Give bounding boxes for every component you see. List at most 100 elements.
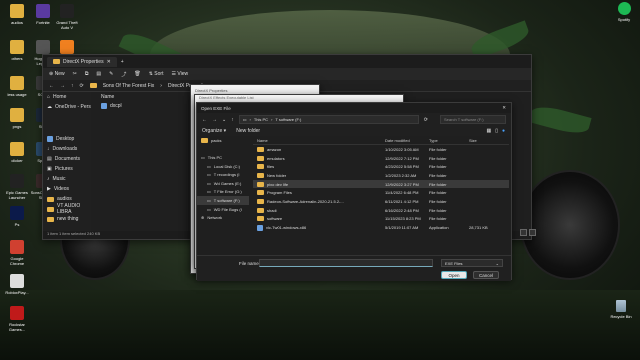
desktop-icon[interactable]: Fortnite xyxy=(30,4,56,25)
breadcrumb-item[interactable]: Sons Of The Forest Fix xyxy=(103,83,155,89)
share-icon[interactable]: ⤴ xyxy=(121,71,126,78)
desktop-icon[interactable]: Ps xyxy=(4,206,30,227)
table-row[interactable]: Radeon-Software-Adrenalin-2020-21.5.2-..… xyxy=(253,197,509,206)
sidebar-item-onedrive[interactable]: ☁ OneDrive - Pers xyxy=(43,102,91,112)
sidebar-item-documents[interactable]: ▤ Documents xyxy=(43,154,91,164)
delete-icon[interactable]: 🗑 xyxy=(134,71,140,77)
forward-icon[interactable]: → xyxy=(212,117,217,123)
desktop-icon[interactable]: audios xyxy=(4,4,30,25)
desktop-icon[interactable]: Rockstar Games... xyxy=(4,306,30,332)
sidebar-item-vt-audio[interactable]: VT AUDIO LIBRA xyxy=(43,203,91,215)
table-row[interactable]: amazon 1/10/2022 3:05 AM File folder xyxy=(253,145,509,154)
cell-type: File folder xyxy=(429,164,447,170)
tiles-view-icon[interactable] xyxy=(529,229,536,236)
table-row[interactable]: emulators 12/9/2022 7:12 PM File folder xyxy=(253,154,509,163)
table-row[interactable]: shadi 6/16/2022 2:48 PM File folder xyxy=(253,206,509,215)
sidebar-item-label: packs xyxy=(211,137,222,143)
sidebar-item-music[interactable]: ♪ Music xyxy=(43,174,91,184)
sidebar-item[interactable]: ▭ T software (F:) xyxy=(197,196,249,205)
desktop-icon[interactable]: others xyxy=(4,40,30,61)
sidebar-item[interactable]: packs xyxy=(197,136,249,145)
sidebar-item[interactable]: ⊕ Network xyxy=(197,213,249,222)
breadcrumb-item[interactable]: This PC xyxy=(254,117,268,122)
preview-pane-icon[interactable]: ▯ xyxy=(495,128,498,134)
help-icon[interactable]: ● xyxy=(502,128,505,134)
cut-icon[interactable]: ✂ xyxy=(73,71,77,77)
chevron-down-icon: ⌄ xyxy=(495,260,499,266)
up-icon[interactable]: ↑ xyxy=(231,117,234,123)
column-name[interactable]: Name xyxy=(253,138,385,143)
sidebar-item[interactable]: ▭ Local Disk (C:) xyxy=(197,162,249,171)
sidebar-item[interactable]: ▭ Wd Games (E:) xyxy=(197,179,249,188)
sidebar-item-label: T software (F:) xyxy=(213,197,240,203)
sidebar-item-desktop[interactable]: Desktop xyxy=(43,134,91,144)
new-tab-icon[interactable]: + xyxy=(121,59,124,65)
sidebar-item-videos[interactable]: ▶ Videos xyxy=(43,184,91,194)
explorer-tab[interactable]: DirectX Properties ✕ xyxy=(47,56,117,67)
desktop-icon-recycle-bin[interactable]: Recycle Bin xyxy=(610,300,632,319)
sidebar-item-home[interactable]: ⌂ Home xyxy=(43,92,91,102)
view-options-icon[interactable]: ▦ xyxy=(486,128,491,134)
table-row[interactable]: software 11/15/2023 8:23 PM File folder xyxy=(253,215,509,224)
dialog-title: Open EXE File xyxy=(201,105,231,111)
desktop-icon[interactable]: less usage xyxy=(4,76,30,97)
copy-icon[interactable]: ⧉ xyxy=(85,71,89,77)
search-input[interactable]: Search T software (F:) xyxy=(440,115,506,124)
back-icon[interactable]: ← xyxy=(202,117,207,123)
column-type[interactable]: Type xyxy=(429,138,469,143)
network-icon: ⊕ xyxy=(201,215,205,221)
sidebar-item-label: Videos xyxy=(53,186,70,192)
cell-date: 6/16/2022 2:48 PM xyxy=(385,207,419,213)
desktop-icon[interactable]: Epic Games Launcher xyxy=(4,174,30,200)
organize-button[interactable]: Organize ▾ xyxy=(202,128,226,134)
new-folder-button[interactable]: New folder xyxy=(236,128,260,134)
desktop-icon[interactable]: RobloxPlay... xyxy=(4,274,30,295)
table-row[interactable]: pixo dev life 12/9/2022 3:27 PM File folde… xyxy=(253,179,509,189)
sidebar-item-pictures[interactable]: ▣ Pictures xyxy=(43,164,91,174)
file-name: files xyxy=(267,164,275,170)
sidebar-item-downloads[interactable]: ↓ Downloads xyxy=(43,144,91,154)
new-button[interactable]: ⊕ New xyxy=(49,71,65,77)
app-icon xyxy=(36,4,50,18)
desktop-icon[interactable]: Grand Theft Auto V xyxy=(54,4,80,30)
folder-icon xyxy=(201,137,208,143)
paste-icon[interactable]: ▤ xyxy=(96,71,101,77)
column-date[interactable]: Date modified xyxy=(385,138,429,143)
sidebar-item[interactable]: ▭ This PC xyxy=(197,153,249,162)
cell-date: 11/15/2023 8:23 PM xyxy=(385,216,421,222)
rename-icon[interactable]: ✎ xyxy=(109,71,113,77)
view-button[interactable]: ☰ View xyxy=(171,71,188,77)
desktop-icon[interactable]: Google Chrome xyxy=(4,240,30,266)
open-button[interactable]: Open xyxy=(441,271,467,279)
breadcrumb-item[interactable]: T software (F:) xyxy=(275,117,301,122)
cell-name: New folder xyxy=(253,172,385,178)
desktop-icon-spotify[interactable]: Spotify xyxy=(616,2,632,22)
table-row[interactable]: Program Files 11/4/2022 6:48 PM File folde… xyxy=(253,188,509,197)
column-size[interactable]: Size xyxy=(469,138,499,143)
refresh-icon[interactable]: ⟳ xyxy=(424,117,428,123)
sidebar-item[interactable]: ▭ WD File Bugs (I xyxy=(197,205,249,214)
details-view-icon[interactable] xyxy=(520,229,527,236)
table-row[interactable]: New folder 1/2/2023 2:32 AM File folder xyxy=(253,171,509,180)
cancel-button[interactable]: Cancel xyxy=(473,271,499,279)
sidebar-item[interactable]: ▭ T File Error (G:) xyxy=(197,188,249,197)
sidebar-item-new-thing[interactable]: new thing xyxy=(43,214,91,224)
table-row[interactable]: vlc-Tw01-windows-x86 5/1/2019 11:07 AM App… xyxy=(253,223,509,232)
close-icon[interactable]: ✕ xyxy=(502,105,511,111)
table-row[interactable]: files 4/23/2022 5:58 PM File folder xyxy=(253,162,509,171)
address-bar[interactable]: ▭ › This PC › T software (F:) xyxy=(238,115,419,124)
desktop-icon[interactable]: pngs xyxy=(4,108,30,129)
desktop-icon[interactable]: clicker xyxy=(4,142,30,163)
forward-icon[interactable]: → xyxy=(60,83,65,89)
sidebar-item[interactable]: ▭ T recordings (I xyxy=(197,170,249,179)
back-icon[interactable]: ← xyxy=(49,83,54,89)
file-name-input[interactable] xyxy=(259,259,433,267)
refresh-icon[interactable]: ⟳ xyxy=(80,83,84,89)
close-tab-icon[interactable]: ✕ xyxy=(107,59,111,65)
up-icon[interactable]: ↑ xyxy=(71,83,74,89)
file-type-select[interactable]: EXE Files ⌄ xyxy=(441,259,503,267)
chevron-down-icon[interactable]: ⌄ xyxy=(222,117,226,123)
explorer-titlebar: DirectX Properties ✕ + xyxy=(43,55,531,68)
sort-button[interactable]: ⇅ Sort xyxy=(149,71,164,77)
